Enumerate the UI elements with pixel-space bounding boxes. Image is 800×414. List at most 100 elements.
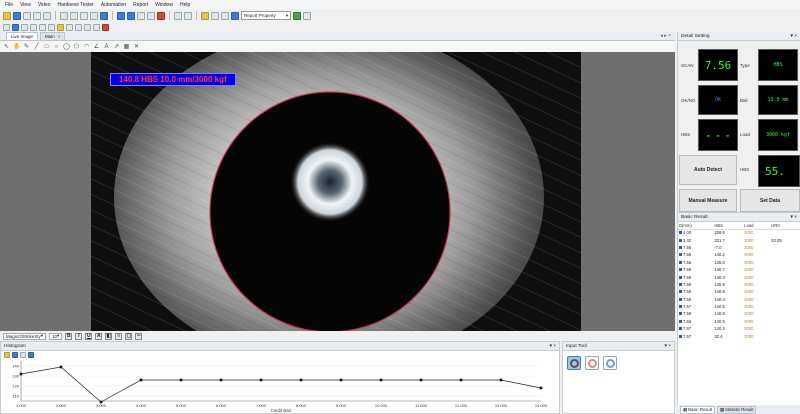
undo-icon[interactable] — [60, 11, 68, 20]
menu-file[interactable]: File — [5, 2, 13, 8]
fill-color-icon[interactable]: ◧ — [105, 332, 113, 340]
pin-icon[interactable]: ▾ × — [664, 344, 671, 349]
delete-icon[interactable]: ✕ — [133, 43, 140, 50]
manual-measure-button[interactable]: Manual Measure — [679, 189, 737, 212]
menu-hardness-tester[interactable]: Hardness Tester — [58, 2, 94, 8]
clear-icon[interactable] — [102, 23, 109, 31]
font-size-select[interactable]: 10 ▾ — [49, 332, 63, 340]
table-row[interactable]: 7.56 140.8 3000 — [678, 310, 800, 317]
table-row[interactable]: 7.56 135.8 3000 — [678, 281, 800, 288]
tab-live-image[interactable]: Live Image — [6, 32, 39, 40]
arc-icon[interactable]: ◠ — [83, 43, 90, 50]
table-row[interactable]: 7.56 -7.0 3000 — [678, 244, 800, 251]
tab-basic-result[interactable]: ▦ Basic Result — [680, 405, 715, 414]
folder-icon[interactable] — [201, 11, 209, 20]
copy-icon[interactable] — [20, 352, 26, 358]
pin-icon[interactable]: ◂ ▸ × — [660, 33, 671, 39]
print-icon[interactable] — [23, 11, 31, 20]
cut-icon[interactable] — [80, 11, 88, 20]
menu-report[interactable]: Report — [133, 2, 148, 8]
table-row[interactable]: 7.56 140.8 3000 — [678, 288, 800, 295]
column-header[interactable]: D(mm) — [678, 222, 714, 230]
angle-icon[interactable] — [66, 23, 73, 31]
delete-icon[interactable] — [90, 11, 98, 20]
zoom-icon[interactable] — [100, 11, 108, 20]
table-row[interactable]: 7.56 140.3 3000 — [678, 273, 800, 280]
grid-icon[interactable]: ▦ — [123, 43, 130, 50]
line-icon[interactable]: ╱ — [33, 43, 40, 50]
table-row[interactable]: 7.56 140.5 3000 — [678, 318, 800, 325]
menu-automation[interactable]: Automation — [101, 2, 126, 8]
ruler-icon[interactable] — [48, 23, 55, 31]
info-icon[interactable] — [231, 11, 239, 20]
text-color-icon[interactable]: A — [95, 332, 103, 340]
stop-icon[interactable] — [157, 11, 165, 20]
rectangle-icon[interactable]: □ — [43, 44, 50, 50]
chart-icon[interactable] — [184, 11, 192, 20]
table-row[interactable]: 7.56 140.2 3000 — [678, 251, 800, 258]
capture-icon[interactable] — [117, 11, 125, 20]
font-select[interactable]: MagicOfStrikeSty ▾ — [3, 332, 47, 340]
column-header[interactable]: HBS — [713, 222, 744, 230]
pointer-icon[interactable]: ↖ — [3, 43, 10, 50]
report-property-select[interactable]: Report Property ▾ — [241, 11, 291, 20]
layers-icon[interactable] — [93, 23, 100, 31]
settings-icon[interactable] — [221, 11, 229, 20]
bold-icon[interactable]: B — [65, 332, 73, 340]
pin-icon[interactable]: ▾ × — [790, 215, 797, 220]
measure-icon[interactable] — [12, 23, 19, 31]
pin-icon[interactable]: ▾ × — [790, 34, 797, 39]
table-row[interactable]: 7.57 140.5 3000 — [678, 303, 800, 310]
highlight-icon[interactable] — [57, 23, 64, 31]
auto-circle-button[interactable] — [603, 356, 617, 370]
line-style-icon[interactable]: ═ — [135, 332, 143, 340]
menu-help[interactable]: Help — [180, 2, 190, 8]
ellipse-icon[interactable]: ◯ — [63, 43, 70, 50]
column-header[interactable]: Load — [743, 222, 771, 230]
pointer-icon[interactable] — [3, 23, 10, 31]
three-point-circle-button[interactable] — [567, 356, 581, 370]
angle-icon[interactable]: ∠ — [93, 43, 100, 50]
table-row[interactable]: 7.56 140.7 3000 — [678, 266, 800, 273]
tab-statistic-result[interactable]: ▦ Statistic Result — [716, 405, 757, 414]
italic-icon[interactable]: I — [75, 332, 83, 340]
circle-icon[interactable] — [30, 23, 37, 31]
load-display[interactable]: 3000 kgf — [758, 119, 798, 151]
table-row[interactable]: 4.00 228.6 3000 — [678, 229, 800, 236]
tab-main[interactable]: Main × — [40, 32, 66, 40]
table-icon[interactable] — [174, 11, 182, 20]
camera-icon[interactable] — [147, 11, 155, 20]
arrow-icon[interactable]: ↗ — [113, 43, 120, 50]
ball-display[interactable]: 10.0 mm — [758, 85, 798, 115]
manual-circle-button[interactable] — [585, 356, 599, 370]
menu-video[interactable]: Video — [38, 2, 51, 8]
open-icon[interactable] — [3, 11, 11, 20]
refresh-icon[interactable] — [303, 11, 311, 20]
set-data-button[interactable]: Set Data — [740, 189, 800, 212]
indentation-image[interactable]: 140.8 HBS 10.0 mm/3000 kgf — [91, 52, 581, 331]
copy-icon[interactable] — [33, 11, 41, 20]
text-icon[interactable]: A — [103, 44, 110, 50]
menu-window[interactable]: Window — [155, 2, 173, 8]
pin-icon[interactable]: ▾ × — [549, 344, 556, 349]
border-icon[interactable]: ▢ — [125, 332, 133, 340]
column-header[interactable]: HRC — [770, 222, 800, 230]
table-row[interactable]: 3.42 321.7 3000 33.05 — [678, 236, 800, 243]
redo-icon[interactable] — [70, 11, 78, 20]
line-icon[interactable] — [21, 23, 28, 31]
edit-icon[interactable] — [4, 352, 10, 358]
apply-icon[interactable] — [293, 11, 301, 20]
auto-detect-button[interactable]: Auto Detect — [679, 155, 737, 185]
calibrate-icon[interactable] — [84, 23, 91, 31]
search-icon[interactable] — [39, 23, 46, 31]
table-row[interactable]: 7.57 32.4 3000 — [678, 332, 800, 339]
align-icon[interactable]: ≡ — [115, 332, 123, 340]
table-row[interactable]: 7.56 135.0 3000 — [678, 259, 800, 266]
table-row[interactable]: 7.57 140.2 3000 — [678, 325, 800, 332]
table-row[interactable]: 7.56 140.4 3000 — [678, 296, 800, 303]
underline-icon[interactable]: U — [85, 332, 93, 340]
document-icon[interactable] — [211, 11, 219, 20]
type-display[interactable]: HBS — [758, 49, 798, 81]
point-icon[interactable] — [75, 23, 82, 31]
grid-icon[interactable] — [137, 11, 145, 20]
